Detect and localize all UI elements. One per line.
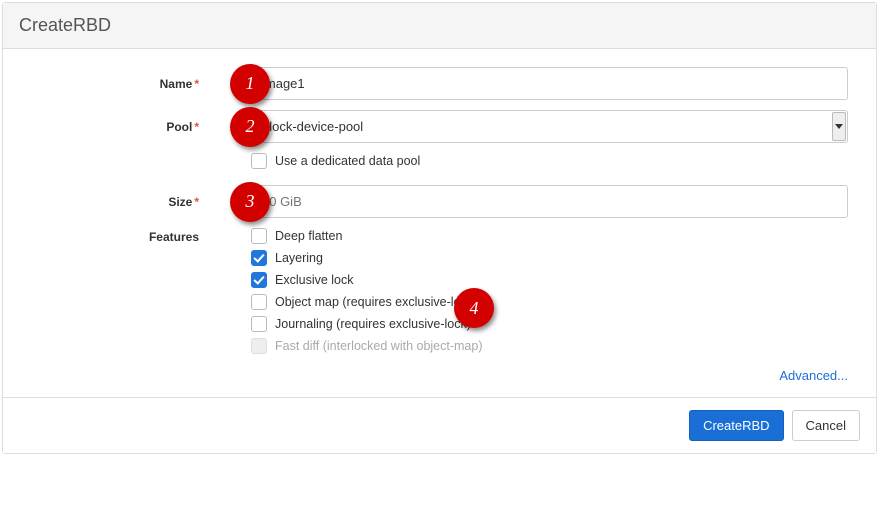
required-icon: * [194,120,199,134]
pool-label: Pool [166,120,192,134]
annotation-badge-1: 1 [230,64,270,104]
dedicated-pool-checkbox[interactable] [251,153,267,169]
dedicated-pool-label: Use a dedicated data pool [275,154,420,168]
features-block: Features Deep flatten Layering Exclusive… [251,228,848,354]
panel-footer: CreateRBD Cancel [3,397,876,453]
feature-layering-label: Layering [275,251,323,265]
advanced-link[interactable]: Advanced... [779,368,848,383]
panel-title: CreateRBD [3,3,876,49]
feature-deep-flatten-checkbox[interactable] [251,228,267,244]
size-row: Size* 3 [31,185,848,218]
name-row: Name* 1 [31,67,848,100]
annotation-badge-3: 3 [230,182,270,222]
pool-select-value: block-device-pool [262,119,363,134]
dedicated-pool-row: Use a dedicated data pool [251,153,848,169]
feature-object-map-checkbox[interactable] [251,294,267,310]
feature-exclusive-lock-label: Exclusive lock [275,273,354,287]
feature-journaling-label: Journaling (requires exclusive-lock) [275,317,471,331]
features-label: Features [31,228,251,244]
name-input[interactable] [251,67,848,100]
size-label-wrap: Size* [31,195,251,209]
create-rbd-panel: CreateRBD Name* 1 Pool* block-device-poo… [2,2,877,454]
pool-label-wrap: Pool* [31,120,251,134]
feature-journaling-checkbox[interactable] [251,316,267,332]
create-rbd-button[interactable]: CreateRBD [689,410,783,441]
cancel-button[interactable]: Cancel [792,410,860,441]
feature-layering-checkbox[interactable] [251,250,267,266]
pool-select[interactable]: block-device-pool [251,110,848,143]
required-icon: * [194,195,199,209]
pool-row: Pool* block-device-pool 2 [31,110,848,143]
feature-fast-diff-checkbox [251,338,267,354]
feature-deep-flatten-label: Deep flatten [275,229,342,243]
panel-body: Name* 1 Pool* block-device-pool 2 [3,49,876,397]
annotation-badge-4: 4 [454,288,494,328]
name-label: Name [160,77,193,91]
feature-fast-diff-label: Fast diff (interlocked with object-map) [275,339,483,353]
name-label-wrap: Name* [31,77,251,91]
size-label: Size [168,195,192,209]
feature-exclusive-lock-checkbox[interactable] [251,272,267,288]
advanced-link-row: Advanced... [31,360,848,397]
size-input[interactable] [251,185,848,218]
annotation-badge-2: 2 [230,107,270,147]
required-icon: * [194,77,199,91]
feature-object-map-label: Object map (requires exclusive-lock) [275,295,477,309]
